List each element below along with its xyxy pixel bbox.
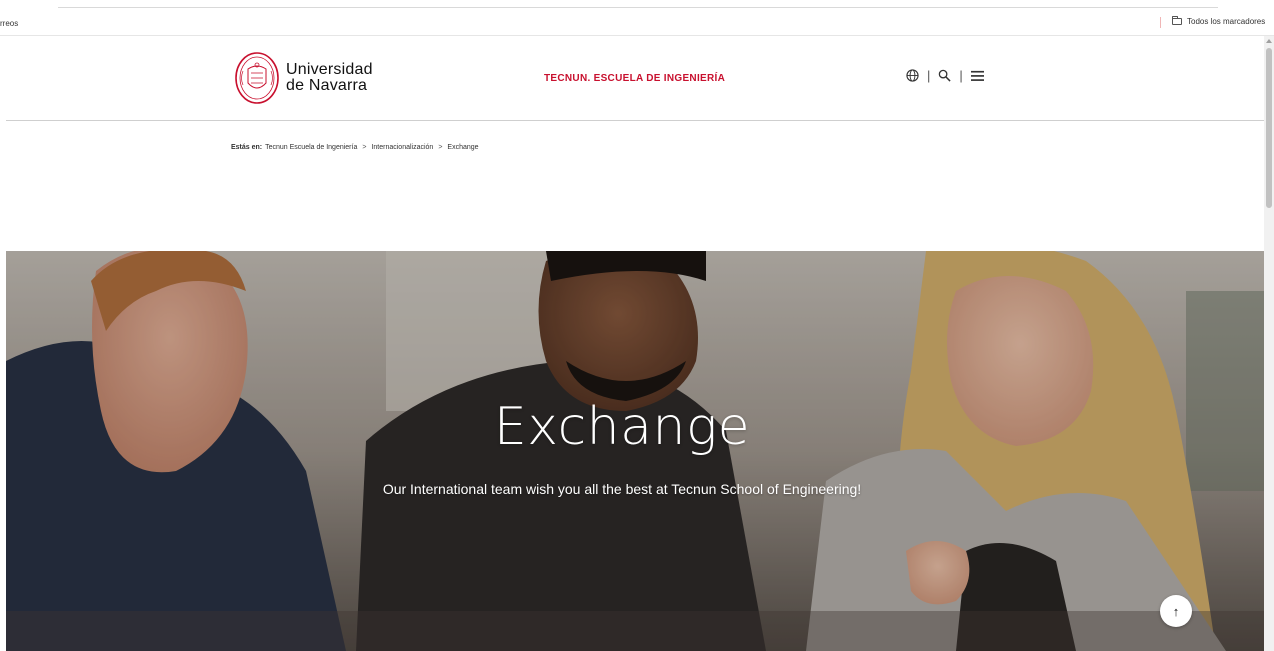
globe-icon[interactable]	[906, 69, 919, 82]
page-scrollbar[interactable]	[1264, 36, 1274, 651]
breadcrumb-item-home[interactable]: Tecnun Escuela de Ingeniería	[265, 144, 357, 151]
hamburger-menu-icon[interactable]	[970, 70, 984, 82]
arrow-up-icon: ↑	[1172, 603, 1180, 619]
site-header: Universidad de Navarra TECNUN. ESCUELA D…	[6, 36, 1264, 121]
bookmarks-separator	[1160, 17, 1161, 28]
breadcrumb-separator: >	[438, 144, 443, 151]
hero-subtitle: Our International team wish you all the …	[382, 481, 862, 497]
scrollbar-thumb[interactable]	[1266, 48, 1272, 208]
all-bookmarks-button[interactable]: Todos los marcadores	[1172, 16, 1266, 26]
university-seal-icon	[235, 52, 279, 104]
header-tools: | |	[906, 68, 984, 83]
university-logo[interactable]: Universidad de Navarra	[234, 51, 373, 105]
breadcrumb: Estás en: Tecnun Escuela de Ingeniería >…	[231, 144, 479, 151]
logo-line-1: Universidad	[286, 61, 373, 78]
tool-separator: |	[959, 68, 963, 83]
logo-wordmark: Universidad de Navarra	[286, 62, 373, 94]
breadcrumb-label: Estás en:	[231, 144, 263, 151]
browser-viewport: rreos Todos los marcadores Universidad d…	[0, 0, 1274, 651]
folder-icon	[1172, 16, 1182, 25]
toolbar-divider	[58, 7, 1218, 8]
logo-line-2: de Navarra	[286, 77, 368, 94]
search-icon[interactable]	[938, 69, 951, 82]
scroll-up-arrow-icon[interactable]	[1266, 39, 1272, 43]
breadcrumb-separator: >	[362, 144, 367, 151]
tool-separator: |	[927, 68, 931, 83]
breadcrumb-item-current: Exchange	[447, 144, 479, 151]
bookmark-item-truncated[interactable]: rreos	[0, 19, 18, 28]
hero-banner: Exchange Our International team wish you…	[6, 251, 1264, 651]
back-to-top-button[interactable]: ↑	[1160, 595, 1192, 627]
breadcrumb-item-internationalization[interactable]: Internacionalización	[371, 144, 433, 151]
school-name-link[interactable]: TECNUN. ESCUELA DE INGENIERÍA	[544, 73, 725, 84]
page-title: Exchange	[493, 397, 751, 457]
bookmarks-bar: rreos Todos los marcadores	[0, 0, 1274, 36]
all-bookmarks-label: Todos los marcadores	[1187, 17, 1266, 26]
